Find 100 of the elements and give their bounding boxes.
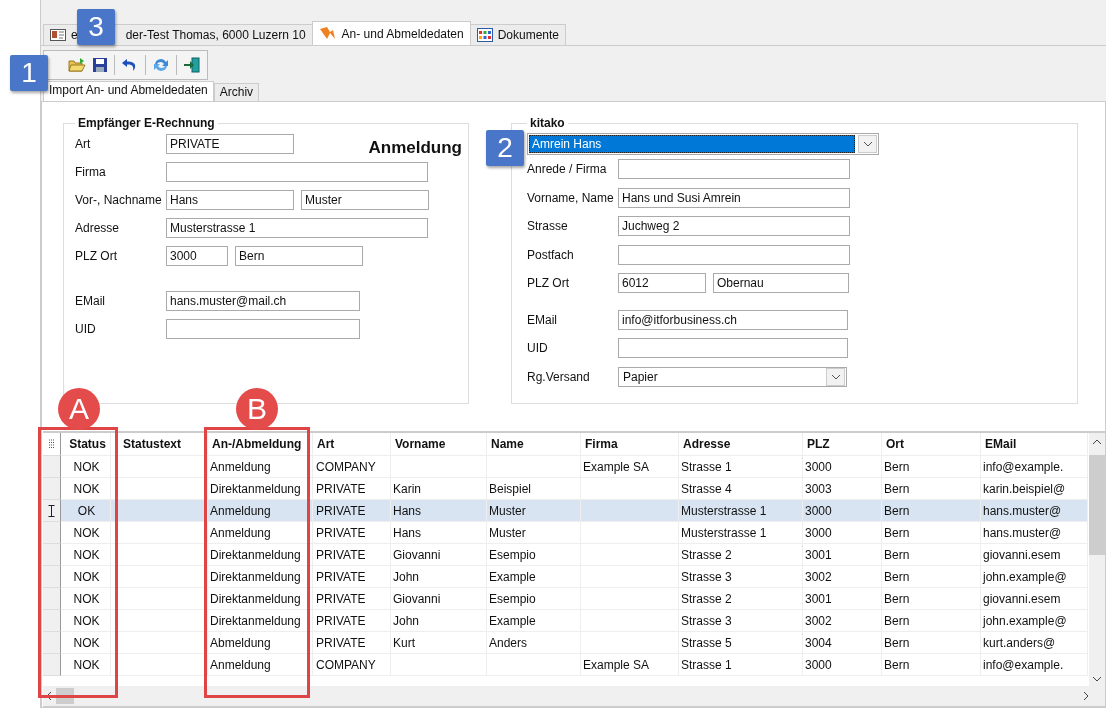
text-cursor-icon: [48, 504, 55, 517]
table-row[interactable]: NOK Direktanmeldung PRIVATE Giovanni Esempio Strasse 2 3001 Bern giovanni.esem: [43, 544, 1089, 566]
table-cell: 3000: [805, 459, 832, 474]
table-cell: 3000: [805, 525, 832, 540]
input-field[interactable]: Musterstrasse 1: [166, 218, 428, 238]
field-label: Strasse: [527, 219, 569, 234]
table-cell: PRIVATE: [316, 503, 366, 518]
input-field[interactable]: Hans und Susi Amrein: [618, 187, 850, 208]
input-field[interactable]: 3000: [166, 246, 228, 266]
column-header[interactable]: PLZ: [803, 433, 882, 456]
input-field[interactable]: [166, 319, 360, 339]
field-label: Vorname, Name: [527, 190, 611, 205]
column-header[interactable]: Statustext: [111, 433, 208, 456]
input-field[interactable]: Obernau: [713, 273, 849, 294]
chevron-right-icon: [1083, 691, 1089, 701]
chevron-left-icon: [46, 691, 52, 701]
column-header[interactable]: Art: [313, 433, 391, 456]
group-title: kitako: [529, 116, 566, 130]
input-field[interactable]: info@itforbusiness.ch: [618, 309, 848, 330]
table-cell: NOK: [73, 591, 100, 606]
horizontal-scrollbar[interactable]: [43, 686, 1105, 707]
table-row[interactable]: NOK Anmeldung PRIVATE Hans Muster Musterstrasse 1 3000 Bern hans.muster@: [43, 522, 1089, 544]
refresh-icon[interactable]: [152, 56, 170, 73]
input-field[interactable]: Muster: [301, 190, 429, 210]
table-cell: Karin: [393, 481, 421, 496]
column-header[interactable]: Vorname: [391, 433, 487, 456]
number-badge: 3: [77, 9, 115, 45]
table-cell: Hans: [393, 503, 421, 518]
open-folder-icon[interactable]: [68, 56, 86, 73]
table-cell: Bern: [884, 525, 910, 540]
column-header[interactable]: Status: [61, 433, 111, 456]
column-header[interactable]: Ort: [882, 433, 981, 456]
table-cell: Direktanmeldung: [210, 481, 301, 496]
chevron-down-icon: [862, 141, 873, 147]
row-header[interactable]: [43, 500, 61, 522]
table-cell: NOK: [73, 657, 100, 672]
column-header[interactable]: Name: [487, 433, 581, 456]
input-field[interactable]: [618, 159, 850, 180]
table-cell: Bern: [884, 481, 910, 496]
chevron-down-icon: [1092, 676, 1102, 682]
table-row[interactable]: OK Anmeldung PRIVATE Hans Muster Musterstrasse 1 3000 Bern hans.muster@: [43, 500, 1089, 522]
chevron-down-icon: [830, 373, 841, 380]
table-row[interactable]: NOK Anmeldung COMPANY Example SA Strasse 1 3000 Bern info@example.: [43, 456, 1089, 478]
sub-tab[interactable]: Archiv: [213, 83, 260, 101]
table-cell: Musterstrasse 1: [681, 503, 767, 518]
field-label: Firma: [75, 165, 107, 179]
table-cell: john.example@: [983, 569, 1067, 584]
input-field[interactable]: hans.muster@mail.ch: [166, 291, 360, 311]
table-cell: Bern: [884, 591, 910, 606]
table-cell: Strasse 1: [681, 657, 732, 672]
table-row[interactable]: NOK Direktanmeldung PRIVATE John Example Strasse 3 3002 Bern john.example@: [43, 610, 1089, 632]
table-cell: Direktanmeldung: [210, 591, 301, 606]
person-dropdown[interactable]: Amrein Hans: [527, 133, 879, 155]
input-field[interactable]: 6012: [618, 273, 706, 294]
input-field[interactable]: [166, 162, 428, 182]
table-cell: PRIVATE: [316, 547, 366, 562]
dropdown-field[interactable]: Papier: [618, 366, 847, 387]
sub-tab[interactable]: Import An- und Abmeldedaten: [43, 81, 214, 101]
column-header[interactable]: Adresse: [679, 433, 803, 456]
column-header[interactable]: An-/Abmeldung: [208, 433, 313, 456]
input-field[interactable]: PRIVATE: [166, 134, 294, 154]
vertical-scrollbar[interactable]: [1089, 433, 1105, 686]
column-header[interactable]: EMail: [981, 433, 1088, 456]
table-cell: kurt.anders@: [983, 635, 1056, 650]
table-cell: Strasse 5: [681, 635, 732, 650]
document-tab[interactable]: An- und Abmeldedaten: [311, 21, 471, 45]
table-row[interactable]: NOK Anmeldung COMPANY Example SA Strasse 1 3000 Bern info@example.: [43, 654, 1089, 676]
column-header[interactable]: Firma: [581, 433, 679, 456]
table-cell: PRIVATE: [316, 613, 366, 628]
table-row[interactable]: NOK Abmeldung PRIVATE Kurt Anders Strasse 5 3004 Bern kurt.anders@: [43, 632, 1089, 654]
table-cell: Kurt: [393, 635, 415, 650]
document-tab[interactable]: Dokumente: [469, 24, 567, 45]
form-heading: Anmeldung: [368, 138, 462, 158]
scroll-thumb[interactable]: [1089, 455, 1105, 555]
table-cell: PRIVATE: [316, 635, 366, 650]
table-cell: NOK: [73, 569, 100, 584]
exit-door-icon[interactable]: [183, 56, 201, 73]
save-icon[interactable]: [92, 56, 108, 73]
table-cell: Abmeldung: [210, 635, 271, 650]
table-cell: info@example.: [983, 459, 1064, 474]
input-field[interactable]: [618, 244, 850, 265]
input-field[interactable]: Bern: [235, 246, 363, 266]
input-field[interactable]: Hans: [166, 190, 294, 210]
table-cell: 3002: [805, 569, 832, 584]
table-cell: Strasse 2: [681, 591, 732, 606]
field-label: PLZ Ort: [75, 249, 118, 263]
table-cell: Muster: [489, 503, 526, 518]
table-cell: Strasse 3: [681, 613, 732, 628]
field-label: Rg.Versand: [527, 369, 591, 384]
input-field[interactable]: Juchweg 2: [618, 216, 850, 237]
table-cell: hans.muster@: [983, 503, 1062, 518]
table-cell: Giovanni: [393, 591, 441, 606]
table-row[interactable]: NOK Direktanmeldung PRIVATE Giovanni Esempio Strasse 2 3001 Bern giovanni.esem: [43, 588, 1089, 610]
input-field[interactable]: [618, 338, 848, 359]
table-row[interactable]: NOK Direktanmeldung PRIVATE John Example Strasse 3 3002 Bern john.example@: [43, 566, 1089, 588]
table-cell: COMPANY: [316, 459, 376, 474]
table-cell: NOK: [73, 525, 100, 540]
table-cell: Anders: [489, 635, 528, 650]
table-cell: john.example@: [983, 613, 1067, 628]
column-chooser-icon[interactable]: [43, 433, 61, 456]
